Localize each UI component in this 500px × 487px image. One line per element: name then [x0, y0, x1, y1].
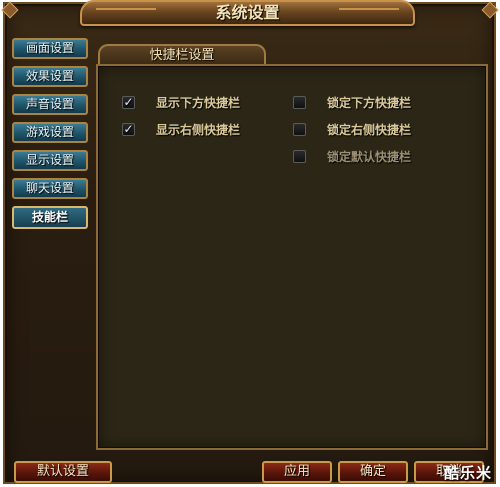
title-ornament-right [339, 8, 399, 20]
tab-display-settings[interactable]: 画面设置 [12, 38, 88, 59]
tab-sound-settings[interactable]: 声音设置 [12, 94, 88, 115]
checkbox-show-bottom-bar[interactable]: ✓ [122, 96, 135, 109]
option-label: 锁定下方快捷栏 [327, 96, 412, 110]
tab-chat-settings[interactable]: 聊天设置 [12, 178, 88, 199]
apply-button[interactable]: 应用 [262, 461, 332, 483]
tab-effect-settings[interactable]: 效果设置 [12, 66, 88, 87]
window-title: 系统设置 [215, 3, 280, 22]
panel-title-tab: 快捷栏设置 [98, 44, 266, 66]
checkbox-lock-right-bar[interactable] [293, 123, 306, 136]
tab-skill-bar[interactable]: 技能栏 [12, 206, 88, 229]
watermark-logo: 酷乐米 [443, 464, 492, 482]
checkbox-lock-default-bar[interactable] [293, 150, 306, 163]
option-label: 锁定右侧快捷栏 [327, 123, 412, 137]
tab-show-settings[interactable]: 显示设置 [12, 150, 88, 171]
checkbox-lock-bottom-bar[interactable] [293, 96, 306, 109]
option-label: 显示右侧快捷栏 [156, 123, 241, 137]
checkbox-show-right-bar[interactable]: ✓ [122, 123, 135, 136]
option-label: 锁定默认快捷栏 [327, 150, 412, 164]
ok-button[interactable]: 确定 [338, 461, 408, 483]
title-bar: 系统设置 [80, 0, 415, 26]
settings-panel [96, 64, 488, 450]
tab-game-settings[interactable]: 游戏设置 [12, 122, 88, 143]
option-label: 显示下方快捷栏 [156, 96, 241, 110]
settings-tab-list: 画面设置 效果设置 声音设置 游戏设置 显示设置 聊天设置 技能栏 [12, 38, 90, 236]
default-settings-button[interactable]: 默认设置 [14, 461, 112, 483]
title-ornament-left [96, 8, 156, 20]
